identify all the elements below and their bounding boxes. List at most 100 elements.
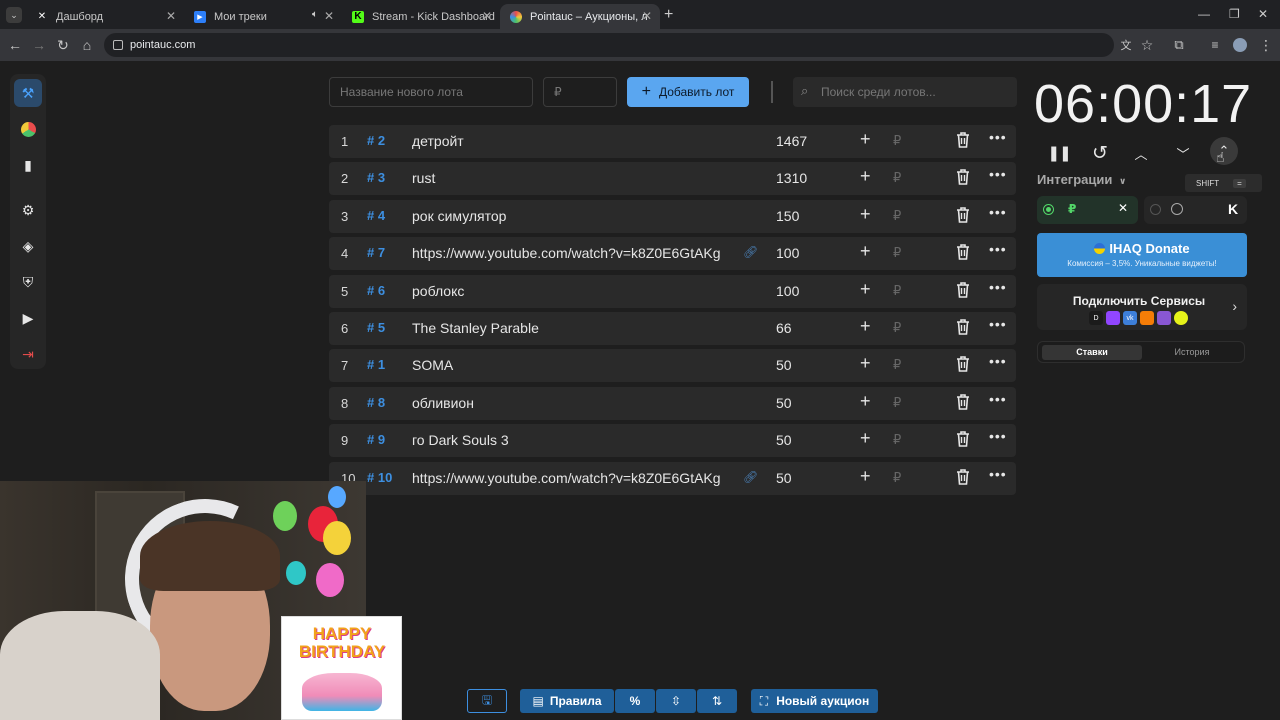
reload-icon[interactable]: ↻ bbox=[54, 36, 72, 54]
trash-icon[interactable] bbox=[956, 169, 970, 186]
browser-tab-pointauc[interactable]: Pointauc – Аукционы, лотереи ✕ bbox=[500, 4, 660, 29]
add-amount-button[interactable]: + bbox=[860, 428, 871, 449]
add-lot-button[interactable]: + Добавить лот bbox=[627, 77, 749, 107]
sort-button[interactable]: ⇅ bbox=[697, 689, 737, 713]
minimize-icon[interactable]: — bbox=[1198, 7, 1210, 21]
add-amount-currency[interactable]: ₽ bbox=[893, 432, 901, 448]
layers-icon[interactable]: ◈ bbox=[14, 232, 42, 260]
more-options-icon[interactable]: ••• bbox=[989, 279, 1007, 295]
more-options-icon[interactable]: ••• bbox=[989, 166, 1007, 182]
add-amount-button[interactable]: + bbox=[860, 166, 871, 187]
more-options-icon[interactable]: ••• bbox=[989, 204, 1007, 220]
subtract-time-chevron-down-icon[interactable]: ﹀ bbox=[1171, 141, 1195, 165]
more-options-icon[interactable]: ••• bbox=[989, 129, 1007, 145]
new-lot-name-input[interactable]: Название нового лота bbox=[329, 77, 533, 107]
link-icon[interactable]: 🔗︎ bbox=[743, 470, 758, 484]
restore-icon[interactable]: ❐ bbox=[1229, 7, 1240, 21]
browser-tab-dashboard[interactable]: ✕ Дашборд ✕ bbox=[26, 4, 184, 29]
close-window-icon[interactable]: ✕ bbox=[1258, 7, 1268, 21]
add-amount-button[interactable]: + bbox=[860, 353, 871, 374]
add-amount-currency[interactable]: ₽ bbox=[893, 320, 901, 336]
settings-gear-icon[interactable]: ⚙ bbox=[14, 196, 42, 224]
lot-name[interactable]: The Stanley Parable bbox=[412, 320, 727, 336]
add-amount-button[interactable]: + bbox=[860, 204, 871, 225]
browser-tab-tracks[interactable]: ▶ Мои треки 🔈︎ ✕ bbox=[184, 4, 342, 29]
lot-name[interactable]: обливион bbox=[412, 395, 727, 411]
ihaq-donate-banner[interactable]: IHAQ Donate Комиссия – 3,5%. Уникальные … bbox=[1037, 233, 1247, 277]
reset-timer-icon[interactable]: ↺ bbox=[1088, 141, 1112, 165]
add-amount-currency[interactable]: ₽ bbox=[893, 170, 901, 186]
add-amount-button[interactable]: + bbox=[860, 129, 871, 150]
auction-gavel-icon[interactable]: ⚒ bbox=[14, 79, 42, 107]
lot-name[interactable]: rust bbox=[412, 170, 727, 186]
extensions-icon[interactable]: ⧉ bbox=[1170, 36, 1188, 54]
add-amount-currency[interactable]: ₽ bbox=[893, 357, 901, 373]
logout-icon[interactable]: ⇥ bbox=[14, 340, 42, 368]
more-options-icon[interactable]: ••• bbox=[989, 391, 1007, 407]
new-lot-amount-input[interactable]: ₽ bbox=[543, 77, 617, 107]
save-icon-button[interactable]: 🖫︎ bbox=[467, 689, 507, 713]
back-icon[interactable]: ← bbox=[6, 36, 24, 54]
lot-name[interactable]: детройт bbox=[412, 133, 727, 149]
rules-button[interactable]: ▤ Правила bbox=[520, 689, 614, 713]
add-time-chevron-up-icon[interactable]: ︿ bbox=[1129, 141, 1153, 165]
add-amount-button[interactable]: + bbox=[860, 391, 871, 412]
close-tab-icon[interactable]: ✕ bbox=[166, 9, 176, 23]
tab-search-button[interactable]: ⌄ bbox=[6, 7, 22, 23]
integrations-toggle[interactable]: Интеграции ∨ bbox=[1037, 172, 1126, 187]
more-options-icon[interactable]: ••• bbox=[989, 353, 1007, 369]
trash-icon[interactable] bbox=[956, 319, 970, 335]
add-amount-currency[interactable]: ₽ bbox=[893, 208, 901, 224]
trash-icon[interactable] bbox=[956, 393, 970, 410]
url-field[interactable]: pointauc.com bbox=[104, 33, 1114, 57]
browser-tab-kick[interactable]: K Stream - Kick Dashboard ✕ bbox=[342, 4, 500, 29]
translate-icon[interactable]: 文 bbox=[1117, 36, 1135, 54]
trash-icon[interactable] bbox=[956, 132, 970, 148]
speaker-icon[interactable]: 🔈︎ bbox=[312, 9, 318, 20]
add-amount-currency[interactable]: ₽ bbox=[893, 395, 901, 411]
add-amount-button[interactable]: + bbox=[860, 241, 871, 262]
home-icon[interactable]: ⌂ bbox=[78, 36, 96, 54]
tab-history[interactable]: История bbox=[1142, 345, 1242, 360]
lot-name[interactable]: SOMA bbox=[412, 357, 727, 373]
add-amount-button[interactable]: + bbox=[860, 466, 871, 487]
donation-integration-toggle[interactable]: ₽ ✕ bbox=[1037, 196, 1138, 224]
percent-button[interactable]: % bbox=[615, 689, 655, 713]
add-amount-button[interactable]: + bbox=[860, 279, 871, 300]
trash-icon[interactable] bbox=[956, 206, 970, 223]
add-amount-currency[interactable]: ₽ bbox=[893, 283, 901, 299]
add-amount-currency[interactable]: ₽ bbox=[893, 470, 901, 486]
add-amount-currency[interactable]: ₽ bbox=[893, 245, 901, 261]
more-options-icon[interactable]: ••• bbox=[989, 241, 1007, 257]
stats-bar-icon[interactable]: ▮ bbox=[14, 151, 42, 179]
lot-name[interactable]: роблокс bbox=[412, 283, 727, 299]
trash-icon[interactable] bbox=[956, 468, 970, 485]
tab-bets[interactable]: Ставки bbox=[1042, 345, 1142, 360]
trash-icon[interactable] bbox=[956, 244, 970, 260]
pause-icon[interactable]: ❚❚ bbox=[1047, 141, 1071, 165]
site-info-icon[interactable] bbox=[113, 40, 123, 50]
wheel-pie-icon[interactable] bbox=[14, 115, 42, 143]
more-options-icon[interactable]: ••• bbox=[989, 316, 1007, 332]
lot-name[interactable]: рок симулятор bbox=[412, 208, 727, 224]
shield-icon[interactable]: ⛨ bbox=[14, 268, 42, 296]
browser-menu-icon[interactable]: ⋮ bbox=[1257, 36, 1275, 54]
split-button[interactable]: ⇳ bbox=[656, 689, 696, 713]
new-tab-button[interactable]: + bbox=[664, 6, 673, 24]
trash-icon[interactable] bbox=[956, 431, 970, 447]
bookmark-star-icon[interactable]: ☆ bbox=[1138, 36, 1156, 54]
trash-icon[interactable] bbox=[956, 281, 970, 298]
connect-services-card[interactable]: Подключить Сервисы D vk › bbox=[1037, 284, 1247, 330]
kick-integration-toggle[interactable]: K bbox=[1144, 196, 1247, 224]
profile-avatar[interactable] bbox=[1231, 36, 1249, 54]
trash-icon[interactable] bbox=[956, 356, 970, 373]
close-tab-icon[interactable]: ✕ bbox=[324, 9, 334, 23]
lot-name[interactable]: го Dark Souls 3 bbox=[412, 432, 727, 448]
close-tab-icon[interactable]: ✕ bbox=[642, 9, 652, 23]
forward-icon[interactable]: → bbox=[30, 36, 48, 54]
video-icon[interactable]: ▶ bbox=[14, 304, 42, 332]
lot-name[interactable]: https://www.youtube.com/watch?v=k8Z0E6Gt… bbox=[412, 470, 727, 486]
lot-name[interactable]: https://www.youtube.com/watch?v=k8Z0E6Gt… bbox=[412, 245, 727, 261]
add-amount-currency[interactable]: ₽ bbox=[893, 133, 901, 149]
media-control-icon[interactable]: ≡ bbox=[1206, 36, 1224, 54]
